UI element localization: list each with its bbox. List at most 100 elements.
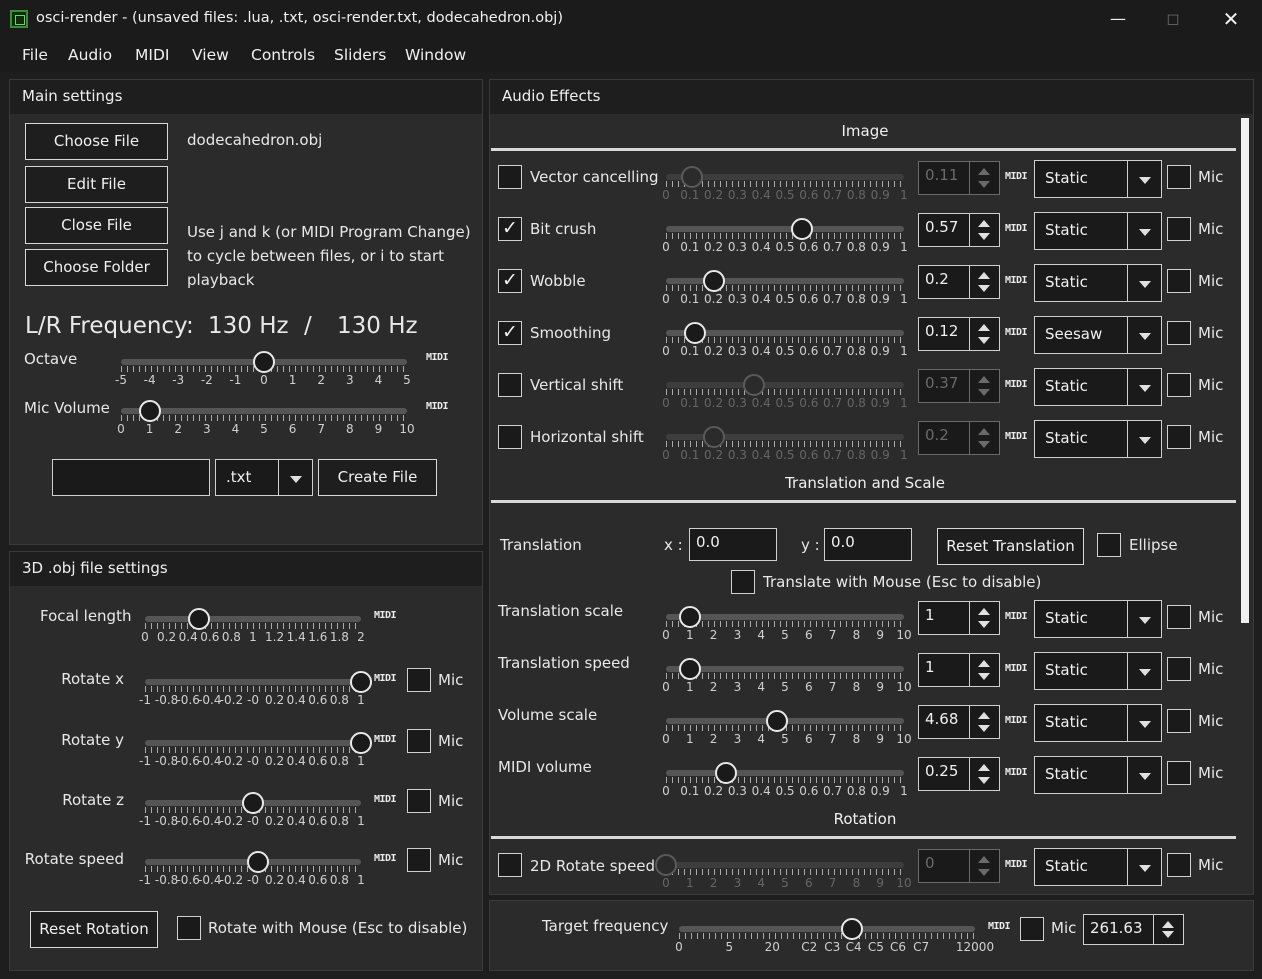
- menu-controls[interactable]: Controls: [251, 46, 315, 64]
- target-frequency-midi-icon[interactable]: MIDI: [988, 921, 1011, 932]
- slider-thumb[interactable]: [188, 608, 210, 630]
- vector-cancelling-input-spinner[interactable]: [969, 162, 999, 194]
- bit-crush-mode-select[interactable]: Static: [1034, 212, 1162, 250]
- smoothing-midi-icon[interactable]: MIDI: [1005, 327, 1028, 338]
- midi-volume-mic-checkbox[interactable]: [1167, 761, 1191, 785]
- translation-scale-mic-checkbox[interactable]: [1167, 605, 1191, 629]
- vertical-shift-input-spinner[interactable]: [969, 370, 999, 402]
- octave-slider[interactable]: -5 -4 -3 -2 -1 0 1 2 3 4 5: [115, 349, 411, 389]
- bit-crush-input[interactable]: 0.57: [918, 213, 1000, 247]
- 2d-rotate-speed-input-spinner[interactable]: [969, 850, 999, 882]
- bit-crush-slider[interactable]: 0 0.1 0.2 0.3 0.4 0.5 0.6 0.7 0.8 0.9 1: [662, 216, 908, 256]
- slider-thumb[interactable]: [702, 426, 725, 448]
- 2d-rotate-speed-slider[interactable]: 0 1 2 3 4 5 6 7 8 9 10: [655, 852, 912, 892]
- horizontal-shift-checkbox[interactable]: [498, 425, 522, 449]
- effects-scrollbar[interactable]: [1241, 118, 1249, 623]
- wobble-slider[interactable]: 0 0.1 0.2 0.3 0.4 0.5 0.6 0.7 0.8 0.9 1: [662, 268, 908, 308]
- maximize-button[interactable]: ◻: [1158, 6, 1188, 32]
- vector-cancelling-mode-select[interactable]: Static: [1034, 160, 1162, 198]
- vertical-shift-checkbox[interactable]: [498, 373, 522, 397]
- 2d-rotate-speed-input[interactable]: 0: [918, 849, 1000, 883]
- extension-select[interactable]: .txt: [215, 459, 313, 496]
- horizontal-shift-slider[interactable]: 0 0.1 0.2 0.3 0.4 0.5 0.6 0.7 0.8 0.9 1: [662, 424, 908, 464]
- horizontal-shift-mode-select[interactable]: Static: [1034, 420, 1162, 458]
- bit-crush-checkbox[interactable]: [498, 217, 522, 241]
- vertical-shift-slider[interactable]: 0 0.1 0.2 0.3 0.4 0.5 0.6 0.7 0.8 0.9 1: [662, 372, 908, 412]
- 2d-rotate-speed-mode-select[interactable]: Static: [1034, 848, 1162, 886]
- translation-x-input[interactable]: 0.0: [689, 528, 777, 561]
- menu-view[interactable]: View: [192, 46, 229, 64]
- choose-folder-button[interactable]: Choose Folder: [25, 249, 168, 286]
- rotate-speed-slider[interactable]: -1 -0.8 -0.6 -0.4 -0.2 -0 0.2 0.4 0.6 0.8 1: [139, 849, 365, 889]
- volume-scale-mic-checkbox[interactable]: [1167, 709, 1191, 733]
- slider-thumb[interactable]: [790, 218, 813, 240]
- 2d-rotate-speed-checkbox[interactable]: [498, 853, 522, 877]
- translation-scale-midi-icon[interactable]: MIDI: [1005, 611, 1028, 622]
- close-button[interactable]: ✕: [1216, 6, 1246, 32]
- slider-thumb[interactable]: [138, 400, 161, 422]
- target-frequency-spinner[interactable]: [1153, 915, 1183, 944]
- translation-speed-mode-select[interactable]: Static: [1034, 652, 1162, 690]
- volume-scale-mode-select[interactable]: Static: [1034, 704, 1162, 742]
- reset-rotation-button[interactable]: Reset Rotation: [30, 911, 158, 948]
- edit-file-button[interactable]: Edit File: [25, 166, 168, 203]
- rotate-x-mic-checkbox[interactable]: [407, 668, 431, 692]
- translation-scale-input-spinner[interactable]: [969, 602, 999, 634]
- midi-volume-midi-icon[interactable]: MIDI: [1005, 767, 1028, 778]
- bit-crush-input-spinner[interactable]: [969, 214, 999, 246]
- rotate-z-mic-checkbox[interactable]: [407, 789, 431, 813]
- 2d-rotate-speed-mic-checkbox[interactable]: [1167, 853, 1191, 877]
- vector-cancelling-midi-icon[interactable]: MIDI: [1005, 171, 1028, 182]
- translation-speed-input-spinner[interactable]: [969, 654, 999, 686]
- translation-speed-input[interactable]: 1: [918, 653, 1000, 687]
- wobble-input-spinner[interactable]: [969, 266, 999, 298]
- slider-thumb[interactable]: [678, 606, 701, 628]
- rotate-y-slider[interactable]: -1 -0.8 -0.6 -0.4 -0.2 -0 0.2 0.4 0.6 0.8 1: [139, 730, 372, 770]
- vector-cancelling-mic-checkbox[interactable]: [1167, 165, 1191, 189]
- vertical-shift-mic-checkbox[interactable]: [1167, 373, 1191, 397]
- rotate-speed-mic-checkbox[interactable]: [407, 848, 431, 872]
- midi-volume-slider[interactable]: 0 0.1 0.2 0.3 0.4 0.5 0.6 0.7 0.8 0.9 1: [662, 760, 908, 800]
- create-file-button[interactable]: Create File: [318, 459, 437, 496]
- focal-length-slider[interactable]: 0 0.2 0.4 0.6 0.8 1 1.2 1.4 1.6 1.8 2: [141, 606, 365, 646]
- rotate-with-mouse-checkbox[interactable]: [177, 916, 201, 940]
- translation-speed-midi-icon[interactable]: MIDI: [1005, 663, 1028, 674]
- menu-sliders[interactable]: Sliders: [334, 46, 386, 64]
- mic-volume-midi-icon[interactable]: MIDI: [426, 401, 449, 412]
- focal-length-midi-icon[interactable]: MIDI: [374, 610, 397, 621]
- horizontal-shift-mic-checkbox[interactable]: [1167, 425, 1191, 449]
- octave-midi-icon[interactable]: MIDI: [426, 352, 449, 363]
- wobble-input[interactable]: 0.2: [918, 265, 1000, 299]
- vertical-shift-input[interactable]: 0.37: [918, 369, 1000, 403]
- new-file-name-input[interactable]: [52, 459, 210, 496]
- rotate-z-slider[interactable]: -1 -0.8 -0.6 -0.4 -0.2 -0 0.2 0.4 0.6 0.8 1: [139, 790, 365, 830]
- ellipse-checkbox[interactable]: [1097, 533, 1121, 557]
- smoothing-mic-checkbox[interactable]: [1167, 321, 1191, 345]
- rotate-speed-midi-icon[interactable]: MIDI: [374, 853, 397, 864]
- slider-thumb[interactable]: [683, 322, 706, 344]
- wobble-midi-icon[interactable]: MIDI: [1005, 275, 1028, 286]
- menu-file[interactable]: File: [22, 46, 48, 64]
- slider-thumb[interactable]: [253, 351, 275, 373]
- translation-y-input[interactable]: 0.0: [824, 528, 912, 561]
- slider-thumb[interactable]: [655, 854, 677, 876]
- rotate-x-midi-icon[interactable]: MIDI: [374, 673, 397, 684]
- slider-thumb[interactable]: [242, 792, 264, 814]
- volume-scale-slider[interactable]: 0 1 2 3 4 5 6 7 8 9 10: [662, 708, 912, 748]
- target-frequency-mic-checkbox[interactable]: [1020, 917, 1044, 941]
- close-file-button[interactable]: Close File: [25, 207, 168, 244]
- translation-speed-mic-checkbox[interactable]: [1167, 657, 1191, 681]
- menu-window[interactable]: Window: [405, 46, 466, 64]
- translation-scale-slider[interactable]: 0 1 2 3 4 5 6 7 8 9 10: [662, 604, 912, 644]
- midi-volume-input-spinner[interactable]: [969, 758, 999, 790]
- volume-scale-midi-icon[interactable]: MIDI: [1005, 715, 1028, 726]
- mic-volume-slider[interactable]: 0 1 2 3 4 5 6 7 8 9 10: [117, 398, 415, 438]
- vector-cancelling-input[interactable]: 0.11: [918, 161, 1000, 195]
- translation-speed-slider[interactable]: 0 1 2 3 4 5 6 7 8 9 10: [662, 656, 912, 696]
- minimize-button[interactable]: —: [1103, 6, 1133, 32]
- rotate-z-midi-icon[interactable]: MIDI: [374, 794, 397, 805]
- midi-volume-input[interactable]: 0.25: [918, 757, 1000, 791]
- smoothing-mode-select[interactable]: Seesaw: [1034, 316, 1162, 354]
- smoothing-slider[interactable]: 0 0.1 0.2 0.3 0.4 0.5 0.6 0.7 0.8 0.9 1: [662, 320, 908, 360]
- 2d-rotate-speed-midi-icon[interactable]: MIDI: [1005, 859, 1028, 870]
